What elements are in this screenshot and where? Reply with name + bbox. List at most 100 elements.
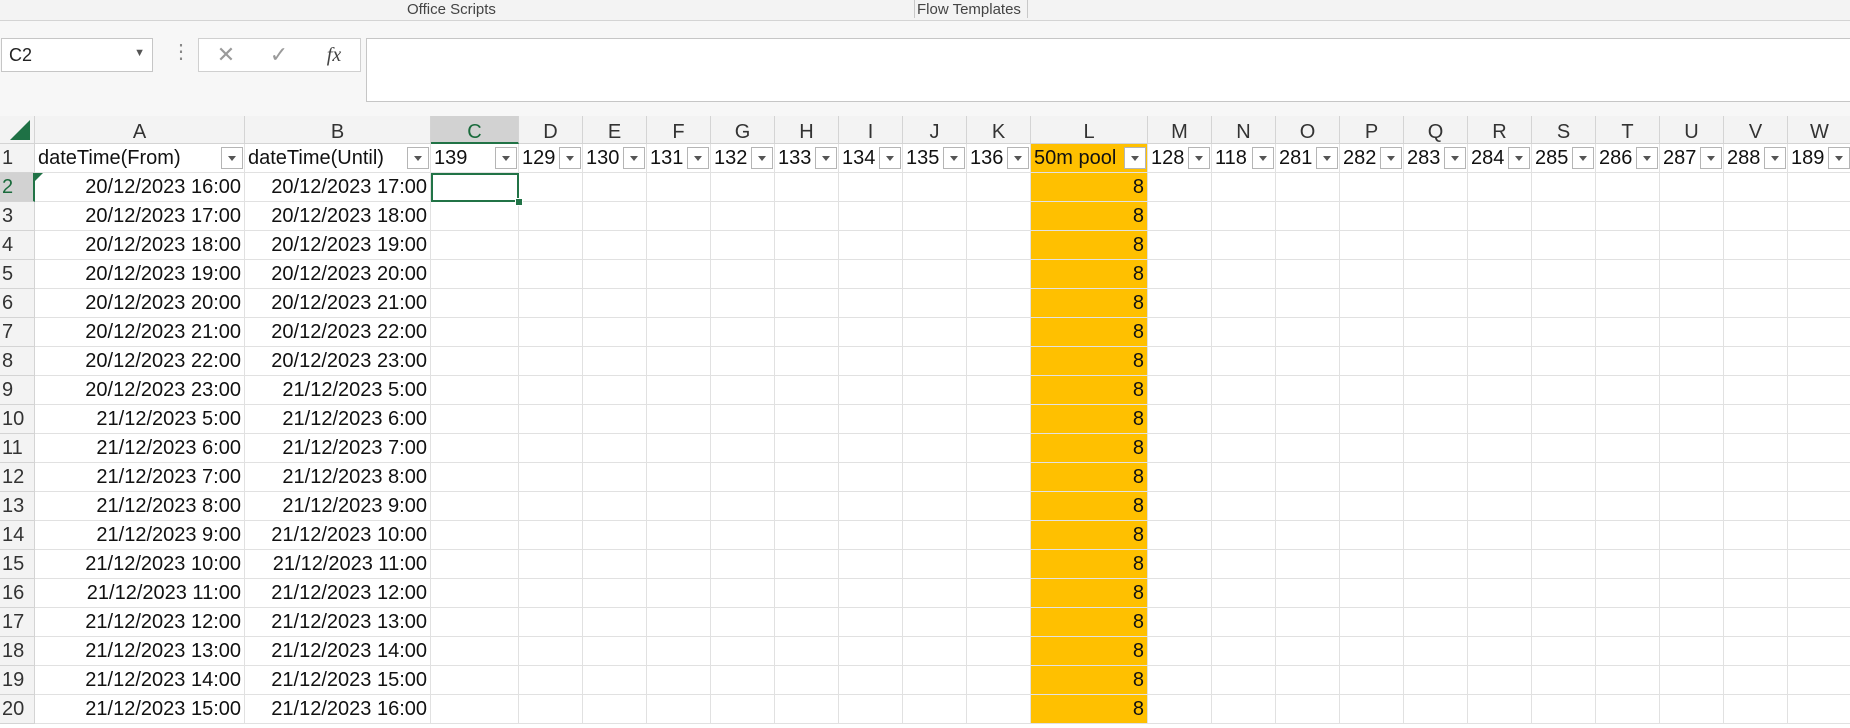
- cell-o2[interactable]: [1276, 173, 1340, 202]
- cell-p14[interactable]: [1340, 521, 1404, 550]
- cell-c4[interactable]: [431, 231, 519, 260]
- row-header-17[interactable]: 17: [0, 608, 35, 637]
- cell-p4[interactable]: [1340, 231, 1404, 260]
- cell-q12[interactable]: [1404, 463, 1468, 492]
- cell-q17[interactable]: [1404, 608, 1468, 637]
- formula-input[interactable]: [366, 38, 1850, 102]
- cell-n14[interactable]: [1212, 521, 1276, 550]
- cell-c6[interactable]: [431, 289, 519, 318]
- row-header-16[interactable]: 16: [0, 579, 35, 608]
- cell-n15[interactable]: [1212, 550, 1276, 579]
- cell-h10[interactable]: [775, 405, 839, 434]
- row-header-6[interactable]: 6: [0, 289, 35, 318]
- cell-j3[interactable]: [903, 202, 967, 231]
- filter-dropdown-icon[interactable]: [1316, 147, 1338, 169]
- cell-i19[interactable]: [839, 666, 903, 695]
- cell-n18[interactable]: [1212, 637, 1276, 666]
- cell-i6[interactable]: [839, 289, 903, 318]
- column-header-u[interactable]: U: [1660, 116, 1724, 144]
- cell-k10[interactable]: [967, 405, 1031, 434]
- cell-w19[interactable]: [1788, 666, 1850, 695]
- cell-m11[interactable]: [1148, 434, 1212, 463]
- column-header-b[interactable]: B: [245, 116, 431, 144]
- cell-m2[interactable]: [1148, 173, 1212, 202]
- column-header-w[interactable]: W: [1788, 116, 1850, 144]
- cell-r10[interactable]: [1468, 405, 1532, 434]
- cell-b17[interactable]: 21/12/2023 13:00: [245, 608, 431, 637]
- cell-u3[interactable]: [1660, 202, 1724, 231]
- cell-a18[interactable]: 21/12/2023 13:00: [35, 637, 245, 666]
- cell-q16[interactable]: [1404, 579, 1468, 608]
- cell-v6[interactable]: [1724, 289, 1788, 318]
- cell-u13[interactable]: [1660, 492, 1724, 521]
- cell-a16[interactable]: 21/12/2023 11:00: [35, 579, 245, 608]
- column-header-p[interactable]: P: [1340, 116, 1404, 144]
- cell-k9[interactable]: [967, 376, 1031, 405]
- cell-o16[interactable]: [1276, 579, 1340, 608]
- cell-b10[interactable]: 21/12/2023 6:00: [245, 405, 431, 434]
- column-header-d[interactable]: D: [519, 116, 583, 144]
- filter-dropdown-icon[interactable]: [815, 147, 837, 169]
- cell-p18[interactable]: [1340, 637, 1404, 666]
- header-cell-r[interactable]: 284: [1468, 144, 1532, 173]
- cell-s17[interactable]: [1532, 608, 1596, 637]
- filter-dropdown-icon[interactable]: [1828, 147, 1850, 169]
- cell-h16[interactable]: [775, 579, 839, 608]
- cancel-icon[interactable]: ✕: [209, 41, 243, 69]
- cell-e5[interactable]: [583, 260, 647, 289]
- cell-b16[interactable]: 21/12/2023 12:00: [245, 579, 431, 608]
- cell-w9[interactable]: [1788, 376, 1850, 405]
- cell-v7[interactable]: [1724, 318, 1788, 347]
- cell-e2[interactable]: [583, 173, 647, 202]
- cell-r20[interactable]: [1468, 695, 1532, 724]
- cell-u12[interactable]: [1660, 463, 1724, 492]
- header-cell-h[interactable]: 133: [775, 144, 839, 173]
- cell-p15[interactable]: [1340, 550, 1404, 579]
- cell-s13[interactable]: [1532, 492, 1596, 521]
- cell-d4[interactable]: [519, 231, 583, 260]
- cell-s6[interactable]: [1532, 289, 1596, 318]
- cell-j10[interactable]: [903, 405, 967, 434]
- cell-h19[interactable]: [775, 666, 839, 695]
- cell-q10[interactable]: [1404, 405, 1468, 434]
- cell-l12[interactable]: 8: [1031, 463, 1148, 492]
- cell-w5[interactable]: [1788, 260, 1850, 289]
- cell-n16[interactable]: [1212, 579, 1276, 608]
- row-header-8[interactable]: 8: [0, 347, 35, 376]
- cell-v10[interactable]: [1724, 405, 1788, 434]
- column-header-m[interactable]: M: [1148, 116, 1212, 144]
- insert-function-icon[interactable]: fx: [317, 41, 351, 69]
- cell-a15[interactable]: 21/12/2023 10:00: [35, 550, 245, 579]
- cell-g3[interactable]: [711, 202, 775, 231]
- cell-i5[interactable]: [839, 260, 903, 289]
- cell-b11[interactable]: 21/12/2023 7:00: [245, 434, 431, 463]
- cell-m5[interactable]: [1148, 260, 1212, 289]
- cell-a5[interactable]: 20/12/2023 19:00: [35, 260, 245, 289]
- cell-a10[interactable]: 21/12/2023 5:00: [35, 405, 245, 434]
- cell-q14[interactable]: [1404, 521, 1468, 550]
- cell-o11[interactable]: [1276, 434, 1340, 463]
- cell-s4[interactable]: [1532, 231, 1596, 260]
- cell-q15[interactable]: [1404, 550, 1468, 579]
- cell-l7[interactable]: 8: [1031, 318, 1148, 347]
- cell-i18[interactable]: [839, 637, 903, 666]
- header-cell-d[interactable]: 129: [519, 144, 583, 173]
- cell-o3[interactable]: [1276, 202, 1340, 231]
- cell-l10[interactable]: 8: [1031, 405, 1148, 434]
- cell-o19[interactable]: [1276, 666, 1340, 695]
- cell-e13[interactable]: [583, 492, 647, 521]
- cell-t19[interactable]: [1596, 666, 1660, 695]
- cell-u15[interactable]: [1660, 550, 1724, 579]
- cell-v5[interactable]: [1724, 260, 1788, 289]
- cell-p17[interactable]: [1340, 608, 1404, 637]
- cell-f18[interactable]: [647, 637, 711, 666]
- cell-w2[interactable]: [1788, 173, 1850, 202]
- cell-k14[interactable]: [967, 521, 1031, 550]
- cell-q6[interactable]: [1404, 289, 1468, 318]
- error-indicator-icon[interactable]: [35, 173, 43, 181]
- cell-o15[interactable]: [1276, 550, 1340, 579]
- cell-h18[interactable]: [775, 637, 839, 666]
- cell-b19[interactable]: 21/12/2023 15:00: [245, 666, 431, 695]
- cell-t4[interactable]: [1596, 231, 1660, 260]
- cell-c3[interactable]: [431, 202, 519, 231]
